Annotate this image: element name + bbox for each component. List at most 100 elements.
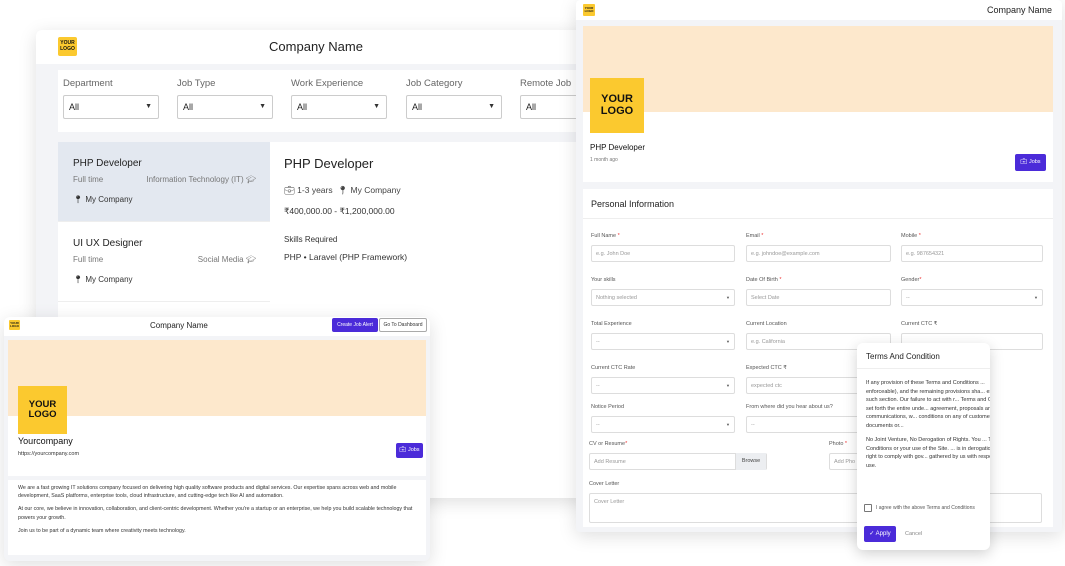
go-to-dashboard-button[interactable]: Go To Dashboard [379,318,427,332]
skills-heading: Skills Required [284,235,338,244]
skills-select[interactable]: Nothing selected ▼ [591,289,735,306]
skills-list: PHP • Laravel (PHP Framework) [284,252,408,262]
caret-down-icon: ▼ [488,103,495,110]
about-paragraph: At our core, we believe in innovation, c… [18,506,413,521]
filter-job-type: Job Type All ▼ [177,78,273,119]
modal-title: Terms And Condition [866,352,940,361]
listing-header: YOUR LOGO Company Name [36,30,596,64]
map-pin-icon: 📍︎ [73,195,84,204]
terms-paragraph: If any provision of these Terms and Cond… [866,380,990,429]
work-experience-select[interactable]: All ▼ [291,95,387,119]
dob-field: Date Of Birth * Select Date [746,277,891,306]
notice-period-field: Notice Period -- ▼ [591,404,735,433]
filter-label: Job Type [177,78,216,89]
graduation-cap-icon: 🎓︎ [245,255,256,264]
full-name-field: Full Name * e.g. John Doe [591,233,735,262]
job-title: PHP Developer [73,158,142,169]
company-logo[interactable]: YOUR LOGO [9,320,20,330]
company-url[interactable]: https://yourcompany.com [18,451,79,457]
gender-select[interactable]: -- ▼ [901,289,1043,306]
posted-time: 1 month ago [590,157,618,163]
check-icon: ✓ [869,531,875,537]
company-logo-large: YOUR LOGO [18,386,67,434]
section-title: Personal Information [583,189,1053,219]
caret-down-icon: ▼ [726,339,730,344]
briefcase-icon: 💼︎ [399,447,407,453]
filter-department: Department All ▼ [63,78,159,119]
caret-down-icon: ▼ [726,383,730,388]
detail-meta: 💼︎ 1-3 years 📍︎ My Company [284,185,401,195]
about-paragraph: Join us to be part of a dynamic team whe… [18,527,186,534]
detail-title: PHP Developer [284,156,374,171]
terms-text: If any provision of these Terms and Cond… [866,379,990,476]
terms-paragraph: No Joint Venture, No Derogation of Right… [866,437,990,469]
job-category: Information Technology (IT) 🎓︎ [146,175,256,184]
job-type-select[interactable]: All ▼ [177,95,273,119]
job-card-php-developer[interactable]: PHP Developer Full time Information Tech… [58,142,270,222]
company-name: Yourcompany [18,436,73,446]
department-select[interactable]: All ▼ [63,95,159,119]
jobs-button[interactable]: 💼︎ Jobs [1015,154,1046,171]
filter-bar: Department All ▼ Job Type All ▼ Work Exper… [58,70,596,132]
filter-job-category: Job Category All ▼ [406,78,502,119]
job-title: UI UX Designer [73,238,143,249]
email-field: Email * e.g. johndoe@example.com [746,233,891,262]
profile-header: YOUR LOGO Company Name Create Job Alert … [4,317,430,336]
page-title: Company Name [269,39,363,54]
email-input[interactable]: e.g. johndoe@example.com [746,245,891,262]
job-type: Full time [73,255,104,264]
divider [857,368,990,369]
company-profile-window: YOUR LOGO Company Name Create Job Alert … [4,317,430,561]
caret-down-icon: ▼ [259,103,266,110]
job-card-ui-ux-designer[interactable]: UI UX Designer Full time Social Media 🎓︎… [58,222,270,302]
filter-label: Work Experience [291,78,364,89]
briefcase-icon: 💼︎ [284,185,295,195]
detail-salary: ₹400,000.00 - ₹1,200,000.00 [284,206,395,216]
job-card: YOUR LOGO PHP Developer 1 month ago 💼︎ J… [583,26,1053,182]
job-type: Full time [73,175,104,184]
total-experience-select[interactable]: -- ▼ [591,333,735,350]
mobile-input[interactable]: e.g. 987654321 [901,245,1043,262]
job-title: PHP Developer [590,143,645,152]
create-job-alert-button[interactable]: Create Job Alert [332,318,378,332]
briefcase-icon: 💼︎ [1020,159,1028,165]
filter-label: Job Category [406,78,463,89]
filter-work-experience: Work Experience All ▼ [291,78,387,119]
skills-field: Your skills Nothing selected ▼ [591,277,735,306]
application-header: YOUR LOGO Company Name [576,0,1062,20]
company-about: We are a fast growing IT solutions compa… [8,480,426,555]
caret-down-icon: ▼ [373,103,380,110]
company-banner [8,340,426,416]
mobile-field: Mobile * e.g. 987654321 [901,233,1043,262]
agree-checkbox[interactable] [864,504,872,512]
apply-button[interactable]: ✓ Apply [864,526,896,542]
cancel-button[interactable]: Cancel [905,531,922,537]
map-pin-icon: 📍︎ [73,275,84,284]
ctc-rate-select[interactable]: -- ▼ [591,377,735,394]
full-name-input[interactable]: e.g. John Doe [591,245,735,262]
caret-down-icon: ▼ [726,422,730,427]
ctc-rate-field: Current CTC Rate -- ▼ [591,365,735,394]
job-category: Social Media 🎓︎ [197,255,256,264]
total-experience-field: Total Experience -- ▼ [591,321,735,350]
job-location: 📍︎ My Company [73,195,133,204]
company-logo[interactable]: YOUR LOGO [583,4,595,16]
page-title: Company Name [986,5,1052,15]
cv-field: CV or Resume* Add Resume Browse [589,441,767,470]
page-title: Company Name [150,321,208,330]
company-banner [583,26,1053,112]
filter-label: Department [63,78,113,89]
caret-down-icon: ▼ [1034,295,1038,300]
browse-button[interactable]: Browse [735,453,766,470]
notice-period-select[interactable]: -- ▼ [591,416,735,433]
company-logo-large: YOUR LOGO [590,78,644,133]
cv-input[interactable]: Add Resume Browse [589,453,767,470]
graduation-cap-icon: 🎓︎ [245,175,256,184]
gender-field: Gender* -- ▼ [901,277,1043,306]
dob-input[interactable]: Select Date [746,289,891,306]
job-category-select[interactable]: All ▼ [406,95,502,119]
caret-down-icon: ▼ [726,295,730,300]
about-paragraph: We are a fast growing IT solutions compa… [18,485,397,500]
jobs-button[interactable]: 💼︎ Jobs [396,443,423,458]
job-location: 📍︎ My Company [73,275,133,284]
